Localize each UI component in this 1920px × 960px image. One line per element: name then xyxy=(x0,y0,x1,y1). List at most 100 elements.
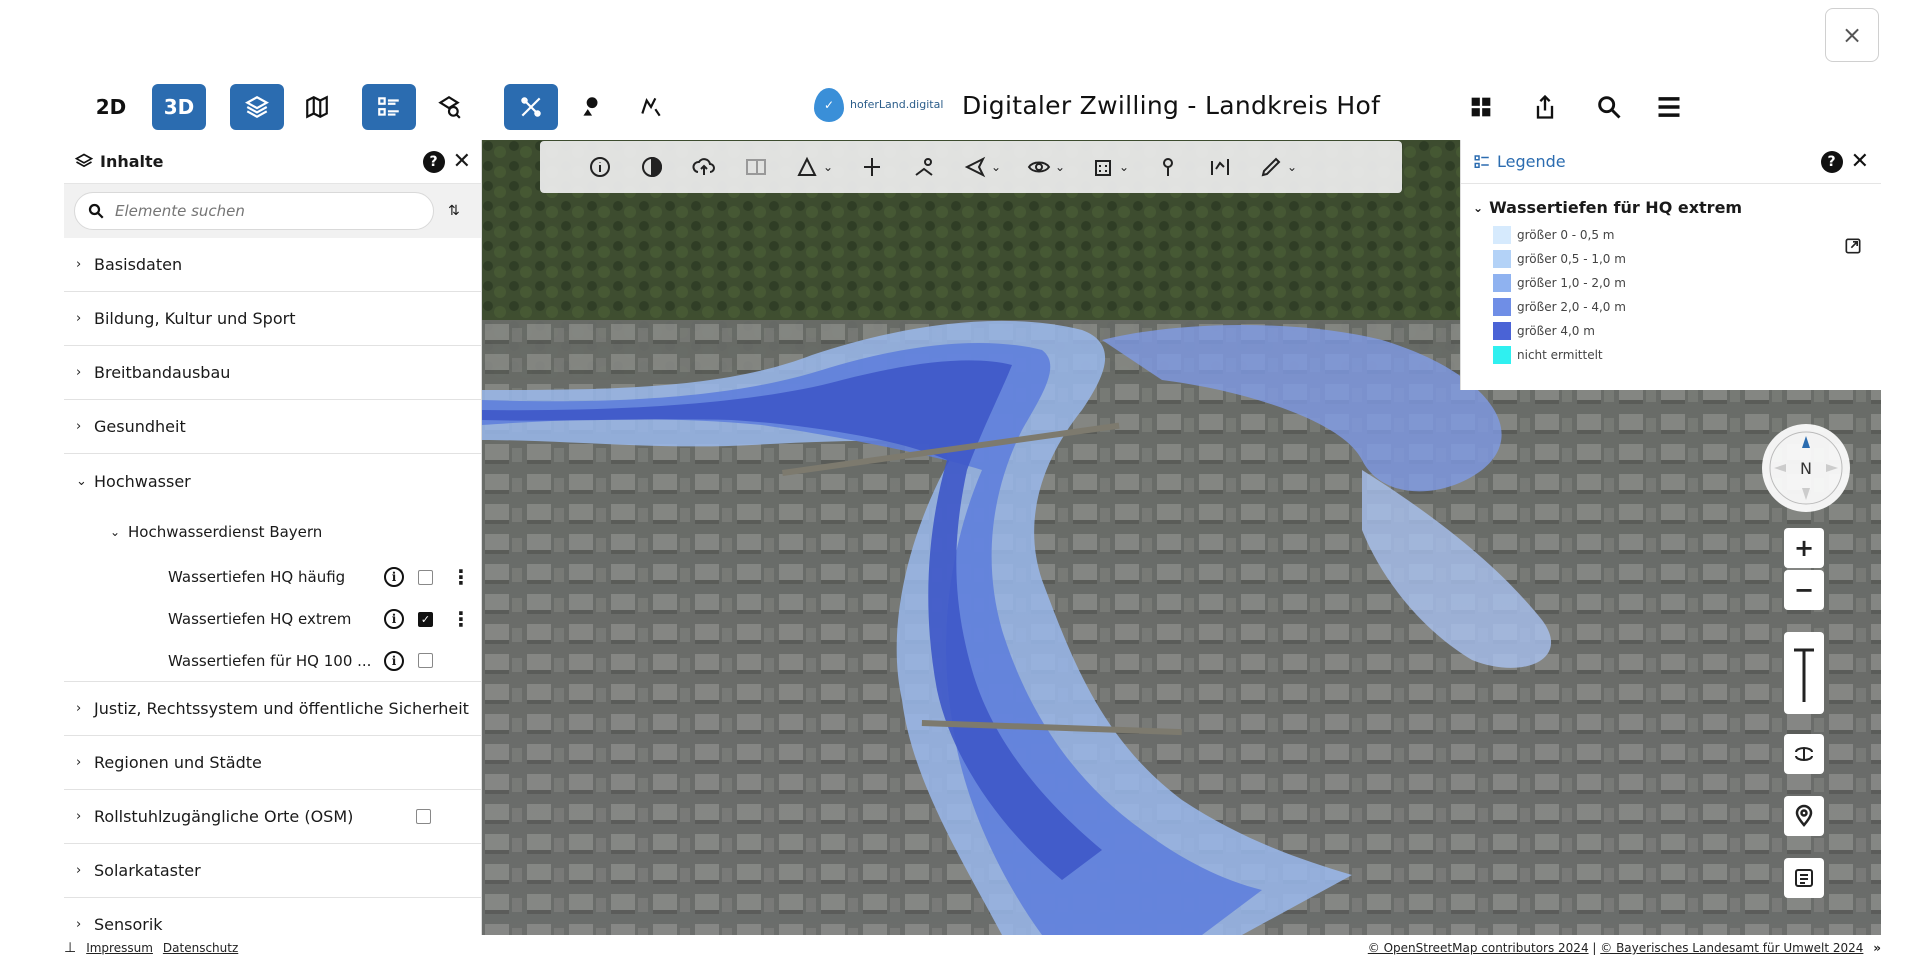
rotate-view-button[interactable] xyxy=(1784,734,1824,774)
shadow-tool-button[interactable] xyxy=(626,147,678,187)
info-icon[interactable]: i xyxy=(384,609,404,629)
compass[interactable]: N xyxy=(1762,424,1850,512)
share-button[interactable] xyxy=(1520,84,1570,130)
layer-checkbox[interactable]: ✓ xyxy=(418,611,433,627)
subcategory-hochwasserdienst[interactable]: ⌄ Hochwasserdienst Bayern xyxy=(64,508,481,556)
legend-swatch xyxy=(1493,250,1511,268)
external-link-icon[interactable] xyxy=(1843,236,1863,256)
collapse-attribution-icon[interactable]: » xyxy=(1873,941,1881,955)
view-tool-button[interactable]: ⌄ xyxy=(1014,147,1078,187)
legend-entries: größer 0 - 0,5 m größer 0,5 - 1,0 m größer… xyxy=(1461,223,1881,367)
flag-tool-button[interactable]: ⌄ xyxy=(950,147,1014,187)
brand-logo-text: hoferLand.digital xyxy=(850,97,944,111)
draw-tool-button[interactable]: ⌄ xyxy=(1246,147,1310,187)
category-justiz[interactable]: › Justiz, Rechtssystem und öffentliche Si… xyxy=(64,682,481,736)
category-bildung[interactable]: › Bildung, Kultur und Sport xyxy=(64,292,481,346)
category-label: Justiz, Rechtssystem und öffentliche Sic… xyxy=(94,699,469,718)
layer-hq-100: Wassertiefen für HQ 100 ... i xyxy=(64,640,481,682)
help-icon[interactable]: ? xyxy=(422,150,445,173)
contents-panel-title: Inhalte xyxy=(100,152,164,171)
category-gesundheit[interactable]: › Gesundheit xyxy=(64,400,481,454)
chevron-down-icon: ⌄ xyxy=(1054,160,1066,174)
lfu-attribution-link[interactable]: © Bayerisches Landesamt für Umwelt 2024 xyxy=(1600,941,1863,955)
viewshed-icon xyxy=(915,158,933,176)
view-2d-button[interactable]: 2D xyxy=(84,84,138,130)
hamburger-menu-icon xyxy=(1658,97,1680,117)
sort-icon[interactable]: ⇅ xyxy=(448,203,460,219)
layer-checkbox[interactable] xyxy=(418,569,433,585)
building-icon xyxy=(1094,160,1111,176)
tilt-slider[interactable] xyxy=(1784,632,1824,714)
legend-entry: nicht ermittelt xyxy=(1461,343,1881,367)
upload-tool-button[interactable] xyxy=(678,147,730,187)
share-icon xyxy=(1536,94,1554,119)
search-icon xyxy=(88,203,104,219)
category-regionen[interactable]: › Regionen und Städte xyxy=(64,736,481,790)
category-solarkataster[interactable]: › Solarkataster xyxy=(64,844,481,898)
category-label: Sensorik xyxy=(94,915,163,934)
search-field[interactable] xyxy=(74,192,434,230)
search-input[interactable] xyxy=(115,202,415,220)
search-button[interactable] xyxy=(1584,84,1634,130)
axis-icon: ⊥ xyxy=(64,940,77,956)
building-tool-button[interactable]: ⌄ xyxy=(1078,147,1142,187)
legend-swatch xyxy=(1493,274,1511,292)
layer-label: Wassertiefen HQ extrem xyxy=(168,610,352,628)
impressum-link[interactable]: Impressum xyxy=(86,941,153,955)
map-tools-bar: ⌄ ⌄ ⌄ ⌄ ⌄ xyxy=(540,141,1402,193)
close-button[interactable]: × xyxy=(1825,8,1879,62)
zoom-in-button[interactable]: + xyxy=(1784,528,1824,568)
info-icon[interactable]: i xyxy=(384,650,404,671)
category-checkbox[interactable] xyxy=(416,809,431,824)
category-rollstuhl[interactable]: › Rollstuhlzugängliche Orte (OSM) xyxy=(64,790,481,844)
legend-button[interactable] xyxy=(362,84,416,130)
more-options-icon[interactable]: ⋮ xyxy=(451,609,471,629)
profile-tool-button[interactable] xyxy=(1194,147,1246,187)
chevron-down-icon: ⌄ xyxy=(1473,200,1484,215)
close-panel-icon[interactable]: ✕ xyxy=(453,149,471,174)
map-type-button[interactable] xyxy=(290,84,344,130)
layer-hq-haeufig: Wassertiefen HQ häufig i ⋮ xyxy=(64,556,481,598)
category-sensorik[interactable]: › Sensorik xyxy=(64,898,481,935)
search-layers-button[interactable] xyxy=(422,84,476,130)
layers-icon xyxy=(74,153,94,167)
tools-button[interactable] xyxy=(504,84,558,130)
close-legend-icon[interactable]: ✕ xyxy=(1851,149,1869,174)
split-view-button[interactable] xyxy=(730,147,782,187)
view-3d-button[interactable]: 3D xyxy=(152,84,206,130)
legend-layer-title[interactable]: ⌄ Wassertiefen für HQ extrem xyxy=(1461,184,1881,223)
layer-hq-extrem: Wassertiefen HQ extrem i ✓ ⋮ xyxy=(64,598,481,640)
apps-button[interactable] xyxy=(1456,84,1506,130)
zoom-out-button[interactable]: − xyxy=(1784,570,1824,610)
info-icon[interactable]: i xyxy=(384,567,404,587)
category-basisdaten[interactable]: › Basisdaten xyxy=(64,238,481,292)
category-label: Hochwasser xyxy=(94,471,191,491)
menu-button[interactable] xyxy=(1644,84,1694,130)
legend-layer-label: Wassertiefen für HQ extrem xyxy=(1489,198,1743,217)
locate-button[interactable] xyxy=(1784,796,1824,836)
layers-button[interactable] xyxy=(230,84,284,130)
more-options-icon[interactable]: ⋮ xyxy=(451,567,471,587)
lamp-tool-button[interactable] xyxy=(1142,147,1194,187)
osm-attribution-link[interactable]: © OpenStreetMap contributors 2024 xyxy=(1368,941,1589,955)
legend-title: Legende xyxy=(1497,152,1566,171)
measure-tool-button[interactable]: ⌄ xyxy=(782,147,846,187)
height-tool-button[interactable] xyxy=(846,147,898,187)
overview-map-button[interactable] xyxy=(1784,858,1824,898)
route-button[interactable] xyxy=(624,84,678,130)
category-label: Rollstuhlzugängliche Orte (OSM) xyxy=(94,807,354,826)
brand: ✓ hoferLand.digital Digitaler Zwilling -… xyxy=(814,86,1380,124)
legend-swatch xyxy=(1493,226,1511,244)
help-icon[interactable]: ? xyxy=(1820,150,1843,173)
poi-button[interactable] xyxy=(564,84,618,130)
legend-entry-label: größer 0,5 - 1,0 m xyxy=(1517,252,1626,266)
viewshed-tool-button[interactable] xyxy=(898,147,950,187)
category-breitband[interactable]: › Breitbandausbau xyxy=(64,346,481,400)
info-tool-button[interactable] xyxy=(574,147,626,187)
layer-checkbox[interactable] xyxy=(418,653,433,668)
chevron-right-icon: › xyxy=(76,917,82,932)
compass-icon: N xyxy=(1769,431,1843,505)
category-hochwasser[interactable]: ⌄ Hochwasser xyxy=(64,454,481,508)
datenschutz-link[interactable]: Datenschutz xyxy=(163,941,238,955)
split-view-icon xyxy=(746,159,766,175)
